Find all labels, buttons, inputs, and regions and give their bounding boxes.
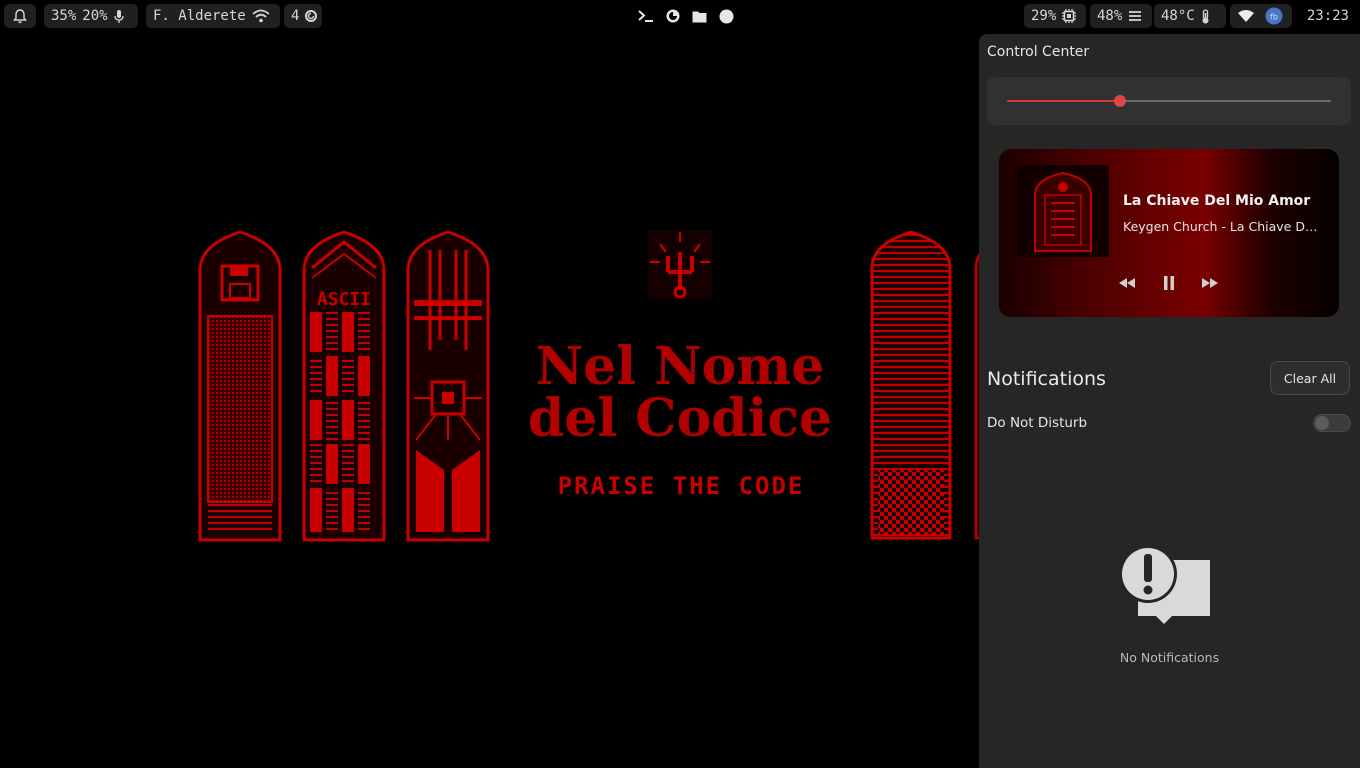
- avatar-icon: fb: [1265, 7, 1283, 25]
- stained-window-2: ASCII: [302, 230, 386, 542]
- stained-window-1: [198, 230, 282, 542]
- circle-arrow-icon: [305, 10, 318, 22]
- album-art: [1017, 165, 1109, 257]
- ascii-label: ASCII: [317, 289, 371, 310]
- browser-icon[interactable]: [666, 9, 680, 23]
- memory-usage: 35%: [51, 8, 77, 24]
- wallpaper-tagline: PRAISE THE CODE: [558, 472, 805, 500]
- disk-usage: 48%: [1097, 8, 1123, 24]
- temperature: 48°C: [1161, 8, 1195, 24]
- pause-icon: [1162, 275, 1176, 291]
- stained-window-3: [406, 230, 490, 542]
- circle-icon[interactable]: [719, 9, 734, 24]
- cpu-usage: 29%: [1031, 8, 1057, 24]
- notification-alert-icon: [1119, 545, 1212, 638]
- bell-icon: [13, 8, 27, 24]
- microphone-icon: [113, 9, 124, 24]
- thermometer-icon: [1201, 8, 1210, 24]
- app-launcher: [632, 4, 734, 28]
- notifications-heading: Notifications: [987, 368, 1106, 390]
- no-notifications-text: No Notifications: [1119, 650, 1220, 665]
- disk-widget[interactable]: 48%: [1090, 4, 1152, 28]
- bars-icon: [1128, 10, 1142, 22]
- volume-slider[interactable]: [1007, 95, 1331, 107]
- control-center-panel: Control Center La Chiave Del Mio Amor Ke…: [979, 34, 1360, 768]
- cpu-icon: [1062, 9, 1077, 23]
- pause-button[interactable]: [1157, 273, 1181, 293]
- swap-usage: 20%: [82, 8, 108, 24]
- workspace-number: 4: [291, 8, 300, 24]
- do-not-disturb-toggle[interactable]: [1313, 414, 1351, 432]
- terminal-icon[interactable]: [638, 9, 654, 23]
- wifi-icon: [1237, 9, 1255, 23]
- folder-icon[interactable]: [692, 10, 707, 23]
- workspace-indicator[interactable]: 4: [284, 4, 322, 28]
- network-user-widget[interactable]: fb: [1230, 4, 1292, 28]
- notification-bell-button[interactable]: [4, 4, 36, 28]
- track-artist: Keygen Church - La Chiave Del Mio Amor: [1123, 219, 1323, 234]
- volume-slider-fill: [1007, 100, 1121, 102]
- volume-slider-handle[interactable]: [1114, 95, 1127, 107]
- volume-card: [987, 77, 1351, 125]
- do-not-disturb-label: Do Not Disturb: [987, 415, 1088, 431]
- control-center-title: Control Center: [987, 44, 1090, 60]
- rewind-icon: [1118, 277, 1136, 289]
- wallpaper-title-line2: del Codice: [528, 388, 832, 449]
- next-track-button[interactable]: [1198, 273, 1222, 293]
- user-widget[interactable]: F. Alderete: [146, 4, 280, 28]
- fast-forward-icon: [1201, 277, 1219, 289]
- user-name: F. Alderete: [153, 8, 246, 24]
- clock[interactable]: 23:23: [1296, 4, 1356, 28]
- temperature-widget[interactable]: 48°C: [1154, 4, 1226, 28]
- clock-time: 23:23: [1306, 8, 1349, 24]
- top-bar: 35% 20% F. Alderete 4 29% 48% 48°C fb 23…: [0, 0, 1360, 32]
- system-usage-widget[interactable]: 35% 20%: [44, 4, 138, 28]
- media-player-card: La Chiave Del Mio Amor Keygen Church - L…: [999, 149, 1339, 317]
- clear-all-button[interactable]: Clear All: [1270, 361, 1350, 395]
- stained-window-4: [870, 230, 952, 540]
- svg-text:fb: fb: [1270, 13, 1278, 22]
- toggle-knob: [1315, 416, 1329, 430]
- cpu-widget[interactable]: 29%: [1024, 4, 1086, 28]
- code-emblem: [648, 230, 712, 300]
- track-title: La Chiave Del Mio Amor: [1123, 193, 1311, 209]
- wifi-icon: [252, 9, 270, 23]
- previous-track-button[interactable]: [1115, 273, 1139, 293]
